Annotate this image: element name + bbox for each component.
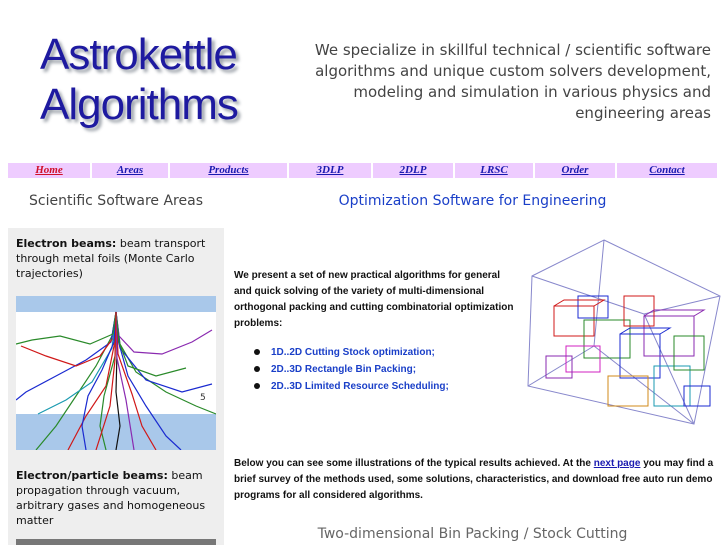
list-item-label: 1D..2D Cutting Stock optimization;: [271, 347, 435, 358]
nav-lrsc[interactable]: LRSC: [455, 163, 535, 178]
svg-text:5: 5: [200, 393, 206, 403]
list-item[interactable]: 1D..2D Cutting Stock optimization;: [254, 344, 524, 361]
site-tagline: We specialize in skillful technical / sc…: [314, 41, 711, 122]
sidebar-image-strip: [16, 539, 216, 545]
list-item-label: 2D..3D Limited Resource Scheduling;: [271, 381, 449, 392]
main-nav: Home Areas Products 3DLP 2DLP LRSC Order…: [8, 162, 719, 178]
logo-line-1: Astrokettle: [40, 30, 238, 79]
body-paragraph: Below you can see some illustrations of …: [234, 456, 714, 504]
next-page-link[interactable]: next page: [594, 458, 641, 469]
logo-line-2: Algorithms: [40, 80, 239, 129]
list-item[interactable]: 2D..3D Rectangle Bin Packing;: [254, 361, 524, 378]
section-subtitle: Two-dimensional Bin Packing / Stock Cutt…: [317, 526, 628, 542]
nav-3dlp[interactable]: 3DLP: [289, 163, 373, 178]
electron-trajectories-image[interactable]: 5: [16, 296, 216, 450]
sidebar-item-heading: Electron/particle beams:: [16, 469, 168, 482]
list-item[interactable]: 2D..3D Limited Resource Scheduling;: [254, 378, 524, 395]
product-list: 1D..2D Cutting Stock optimization; 2D..3…: [254, 344, 524, 395]
nav-order[interactable]: Order: [535, 163, 617, 178]
nav-2dlp[interactable]: 2DLP: [373, 163, 455, 178]
bullet-icon: [254, 383, 260, 389]
sidebar-item-electron-beams: Electron beams: beam transport through m…: [16, 236, 206, 281]
sidebar-item-particle-beams: Electron/particle beams: beam propagatio…: [16, 468, 206, 528]
bullet-icon: [254, 366, 260, 372]
packing-cube-illustration[interactable]: [524, 236, 724, 428]
page-title: Optimization Software for Engineering: [338, 193, 607, 209]
body-text-start: Below you can see some illustrations of …: [234, 458, 594, 469]
sidebar-item-heading: Electron beams:: [16, 237, 117, 250]
nav-home[interactable]: Home: [8, 163, 92, 178]
nav-products[interactable]: Products: [170, 163, 289, 178]
sidebar-title: Scientific Software Areas: [29, 193, 203, 209]
bullet-icon: [254, 349, 260, 355]
nav-areas[interactable]: Areas: [92, 163, 170, 178]
site-logo[interactable]: Astrokettle Algorithms: [40, 30, 239, 130]
intro-paragraph: We present a set of new practical algori…: [234, 270, 514, 329]
list-item-label: 2D..3D Rectangle Bin Packing;: [271, 364, 417, 375]
nav-contact[interactable]: Contact: [617, 163, 719, 178]
